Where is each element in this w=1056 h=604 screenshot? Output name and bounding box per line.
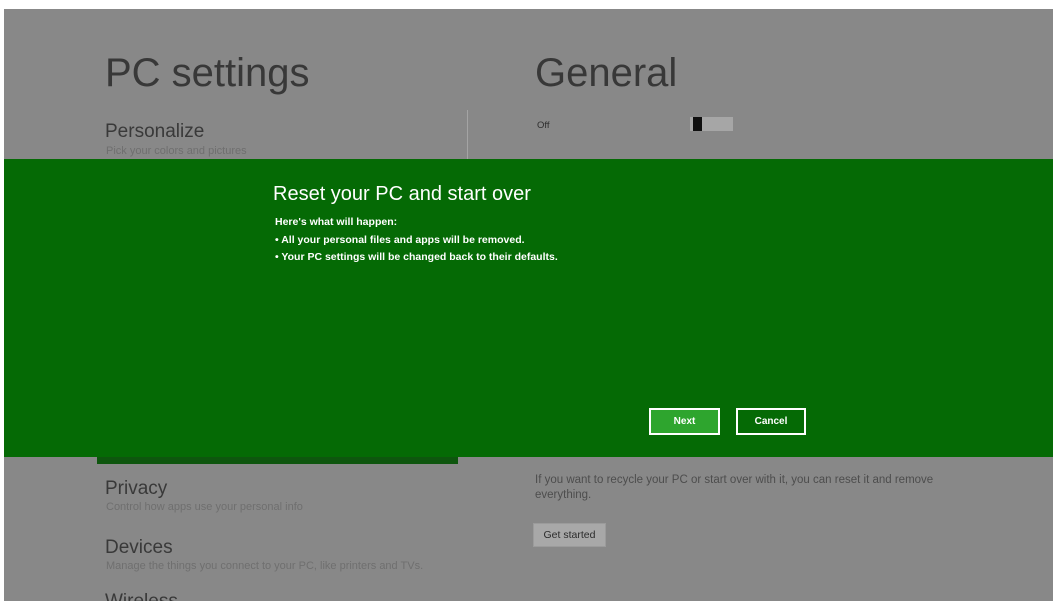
dialog-title: Reset your PC and start over — [273, 183, 531, 205]
dialog-body: Here's what will happen: • All your pers… — [275, 214, 558, 267]
section-title: General — [535, 51, 678, 95]
sidebar-item-wireless[interactable]: Wireless — [105, 592, 445, 601]
sidebar-item-privacy[interactable]: Privacy Control how apps use your person… — [105, 479, 445, 517]
sidebar-item-label: Privacy — [105, 478, 168, 499]
get-started-button[interactable]: Get started — [533, 523, 606, 547]
sidebar-selected-highlight — [97, 457, 458, 464]
next-button[interactable]: Next — [649, 408, 720, 435]
sidebar-item-label: Personalize — [105, 121, 205, 142]
toggle-thumb[interactable] — [693, 117, 702, 131]
sidebar-item-label: Devices — [105, 537, 173, 558]
sidebar-item-devices[interactable]: Devices Manage the things you connect to… — [105, 538, 445, 576]
dialog-bullet: • All your personal files and apps will … — [275, 233, 525, 246]
sidebar-item-description: Manage the things you connect to your PC… — [106, 560, 424, 572]
pane-divider — [467, 110, 468, 160]
sidebar-item-description: Control how apps use your personal info — [106, 501, 303, 513]
sidebar-item-description: Pick your colors and pictures — [106, 145, 247, 157]
cancel-button[interactable]: Cancel — [736, 408, 806, 435]
page-title: PC settings — [105, 51, 310, 95]
dialog-bullet: • Your PC settings will be changed back … — [275, 251, 558, 263]
dialog-intro: Here's what will happen: — [275, 216, 398, 228]
sidebar-item-label: Wireless — [105, 592, 178, 601]
pc-settings-screen: PC settings General Personalize Pick you… — [4, 9, 1053, 601]
toggle-state-label: Off — [537, 120, 550, 131]
reset-pc-dialog: Reset your PC and start over Here's what… — [4, 159, 1053, 457]
reset-description: If you want to recycle your PC or start … — [535, 474, 934, 501]
sidebar-item-personalize[interactable]: Personalize Pick your colors and picture… — [105, 122, 445, 160]
setting-toggle[interactable] — [690, 117, 733, 131]
